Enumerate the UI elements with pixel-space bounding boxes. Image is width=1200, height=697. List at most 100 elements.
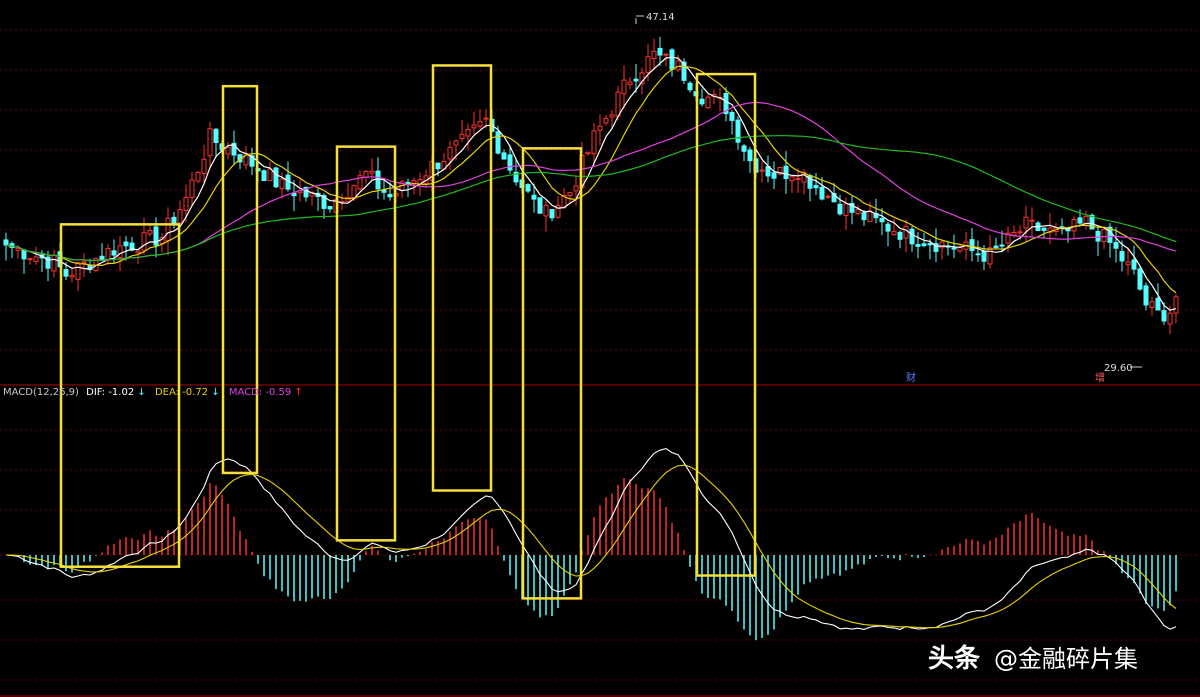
candle-body	[111, 250, 117, 256]
candle-body	[201, 158, 207, 174]
candle-body	[171, 216, 177, 224]
candle-body	[195, 171, 201, 182]
candle-body	[435, 162, 441, 170]
candle-body	[27, 258, 33, 261]
candle-body	[1101, 228, 1107, 243]
candle-body	[477, 121, 483, 127]
candle-body	[123, 241, 129, 247]
candle-body	[771, 172, 777, 179]
candle-body	[1029, 219, 1035, 222]
candle-body	[21, 249, 27, 260]
candle-body	[63, 269, 69, 277]
candle-body	[759, 169, 765, 172]
event-marker-cai: 财	[906, 371, 916, 384]
candle-body	[1155, 297, 1161, 311]
watermark-brand: 头条	[928, 644, 981, 674]
candle-body	[669, 49, 675, 70]
candle-body	[1119, 251, 1125, 262]
candle-body	[177, 208, 183, 224]
candle-body	[819, 186, 825, 200]
candle-body	[597, 125, 603, 131]
candle-body	[291, 192, 297, 197]
candle-body	[897, 231, 903, 240]
candle-body	[537, 197, 543, 214]
candle-body	[531, 194, 537, 200]
macd-legend-dea: DEA: -0.72	[155, 387, 208, 398]
candle-body	[1167, 312, 1173, 325]
watermark-handle: @金融碎片集	[994, 645, 1138, 673]
candle-body	[957, 246, 963, 252]
candle-body	[213, 128, 219, 143]
candle-body	[663, 53, 669, 56]
macd-legend-macd-arrow: ↑	[294, 387, 302, 398]
candle-body	[1131, 259, 1137, 270]
candle-body	[981, 250, 987, 262]
candle-body	[69, 274, 75, 278]
candle-body	[909, 228, 915, 245]
candle-body	[369, 170, 375, 174]
candle-body	[651, 50, 657, 60]
watermark: 头条 @金融碎片集	[928, 644, 1138, 674]
macd-legend-dif-arrow: ↓	[137, 387, 145, 398]
stock-chart: 47.14 29.60 财 增 MACD(12,26,9) DIF: -1.02…	[0, 0, 1200, 697]
candle-body	[81, 261, 87, 264]
candle-body	[825, 195, 831, 198]
candle-body	[855, 208, 861, 215]
low-price-label: 29.60	[1104, 363, 1133, 374]
candle-body	[117, 245, 123, 258]
candle-body	[33, 256, 39, 262]
candle-body	[381, 189, 387, 193]
candle-body	[387, 193, 393, 198]
candle-body	[1041, 227, 1047, 231]
macd-legend-dea-arrow: ↓	[211, 387, 219, 398]
candle-body	[465, 128, 471, 137]
candle-body	[627, 81, 633, 85]
candle-body	[975, 253, 981, 256]
candle-body	[729, 111, 735, 121]
candle-body	[969, 239, 975, 252]
candle-body	[549, 209, 555, 219]
candle-body	[861, 212, 867, 221]
candle-body	[633, 78, 639, 82]
candle-body	[99, 255, 105, 261]
candle-body	[591, 130, 597, 155]
candle-body	[1137, 268, 1143, 290]
candle-body	[789, 176, 795, 182]
candle-body	[747, 149, 753, 162]
candle-body	[1143, 285, 1149, 306]
candle-body	[645, 56, 651, 73]
candle-body	[795, 178, 801, 181]
candle-body	[207, 128, 213, 157]
candle-body	[1071, 218, 1077, 232]
candle-body	[267, 168, 273, 182]
candle-body	[495, 131, 501, 154]
candle-body	[75, 262, 81, 280]
candle-body	[261, 170, 267, 182]
candle-body	[813, 185, 819, 189]
candle-body	[951, 247, 957, 250]
candle-body	[459, 133, 465, 139]
candle-body	[543, 204, 549, 217]
candle-body	[867, 210, 873, 223]
candle-body	[687, 82, 693, 91]
candle-body	[483, 117, 489, 120]
candle-body	[1011, 231, 1017, 236]
candle-body	[705, 96, 711, 109]
candle-body	[921, 243, 927, 247]
candle-body	[273, 167, 279, 188]
candle-body	[621, 79, 627, 95]
candle-body	[141, 232, 147, 251]
macd-legend-macd: MACD: -0.59	[229, 387, 291, 398]
candle-body	[1113, 242, 1119, 249]
macd-legend-name: MACD(12,26,9)	[3, 387, 79, 398]
macd-legend-dif: DIF: -1.02	[86, 387, 134, 398]
candle-body	[987, 247, 993, 265]
candle-body	[837, 203, 843, 215]
candle-body	[189, 179, 195, 198]
candle-body	[903, 225, 909, 239]
candle-body	[165, 217, 171, 242]
candle-body	[183, 196, 189, 211]
candle-body	[1077, 217, 1083, 224]
candle-body	[135, 250, 141, 254]
candle-body	[105, 248, 111, 261]
